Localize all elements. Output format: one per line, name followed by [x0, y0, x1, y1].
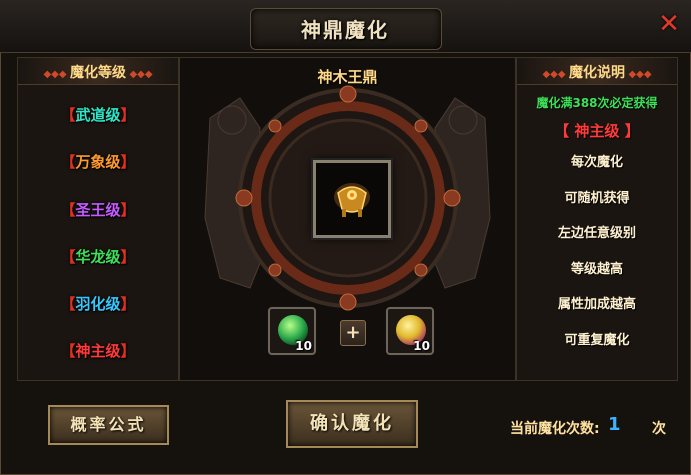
level-label: 羽化级	[75, 295, 121, 313]
ornament-icon: ◆◆◆	[126, 69, 153, 80]
material-slot-1[interactable]: 10	[268, 307, 316, 355]
add-material-button[interactable]: +	[340, 320, 366, 346]
level-label: 武道级	[75, 106, 121, 124]
confirm-enchant-button[interactable]: 确认魔化	[286, 400, 418, 448]
level-list-header: ◆◆◆ 魔化等级 ◆◆◆	[18, 58, 178, 85]
enchant-count-label: 当前魔化次数:	[510, 421, 600, 437]
level-bracket-left: 【	[60, 295, 76, 313]
main-cauldron-slot[interactable]	[313, 160, 391, 238]
material-2-count: 10	[413, 339, 430, 353]
level-item: 【圣王级】	[18, 199, 178, 220]
description-line: 等级越高	[570, 262, 623, 277]
close-button[interactable]: ✕	[655, 10, 683, 38]
level-bracket-right: 】	[120, 342, 136, 360]
golden-cauldron-icon	[334, 183, 370, 217]
window-title: 神鼎魔化	[301, 18, 389, 42]
description-header: ◆◆◆ 魔化说明 ◆◆◆	[517, 58, 677, 85]
level-bracket-right: 】	[120, 201, 136, 219]
cauldron-panel: 神木王鼎 10 + 10	[179, 57, 516, 381]
level-bracket-left: 【	[60, 248, 76, 266]
description-line: 属性加成越高	[557, 297, 636, 312]
level-bracket-left: 【	[60, 106, 76, 124]
level-label: 华龙级	[75, 248, 121, 266]
level-list-panel: ◆◆◆ 魔化等级 ◆◆◆ 【武道级】 【万象级】 【圣王级】 【华龙级】 【羽化级】 【神…	[17, 57, 179, 381]
enchant-count-unit: 次	[652, 421, 666, 437]
material-1-count: 10	[295, 339, 312, 353]
level-label: 神主级	[75, 342, 121, 360]
level-label: 万象级	[75, 153, 121, 171]
level-bracket-left: 【	[60, 153, 76, 171]
level-bracket-right: 】	[120, 106, 136, 124]
ornament-icon: ◆◆◆	[625, 69, 652, 80]
description-line: 每次魔化	[570, 155, 623, 170]
level-item: 【神主级】	[18, 340, 178, 361]
guarantee-text: 魔化满388次必定获得	[536, 96, 658, 110]
level-item: 【羽化级】	[18, 293, 178, 314]
description-line: 可重复魔化	[564, 333, 630, 348]
title-bar: 神鼎魔化 ✕	[0, 0, 691, 53]
level-bracket-left: 【	[60, 342, 76, 360]
level-bracket-right: 】	[120, 153, 136, 171]
level-list-title: 魔化等级	[70, 65, 126, 81]
probability-formula-button[interactable]: 概率公式	[48, 405, 169, 445]
level-label: 圣王级	[75, 201, 121, 219]
close-icon: ✕	[658, 9, 680, 39]
target-level-text: 【 神主级 】	[554, 122, 640, 140]
cauldron-name: 神木王鼎	[317, 68, 378, 86]
level-bracket-right: 】	[120, 295, 136, 313]
level-bracket-right: 】	[120, 248, 136, 266]
enchant-count-value: 1	[608, 414, 621, 435]
description-line: 左边任意级别	[557, 226, 636, 241]
material-slot-2[interactable]: 10	[386, 307, 434, 355]
description-panel: ◆◆◆ 魔化说明 ◆◆◆ 魔化满388次必定获得 【 神主级 】 每次魔化 可随…	[516, 57, 678, 381]
description-title: 魔化说明	[569, 65, 625, 81]
ornament-icon: ◆◆◆	[43, 69, 70, 80]
level-item: 【华龙级】	[18, 246, 178, 267]
ornament-icon: ◆◆◆	[542, 69, 569, 80]
level-bracket-left: 【	[60, 201, 76, 219]
level-item: 【万象级】	[18, 151, 178, 172]
description-line: 可随机获得	[564, 191, 630, 206]
level-item: 【武道级】	[18, 104, 178, 125]
